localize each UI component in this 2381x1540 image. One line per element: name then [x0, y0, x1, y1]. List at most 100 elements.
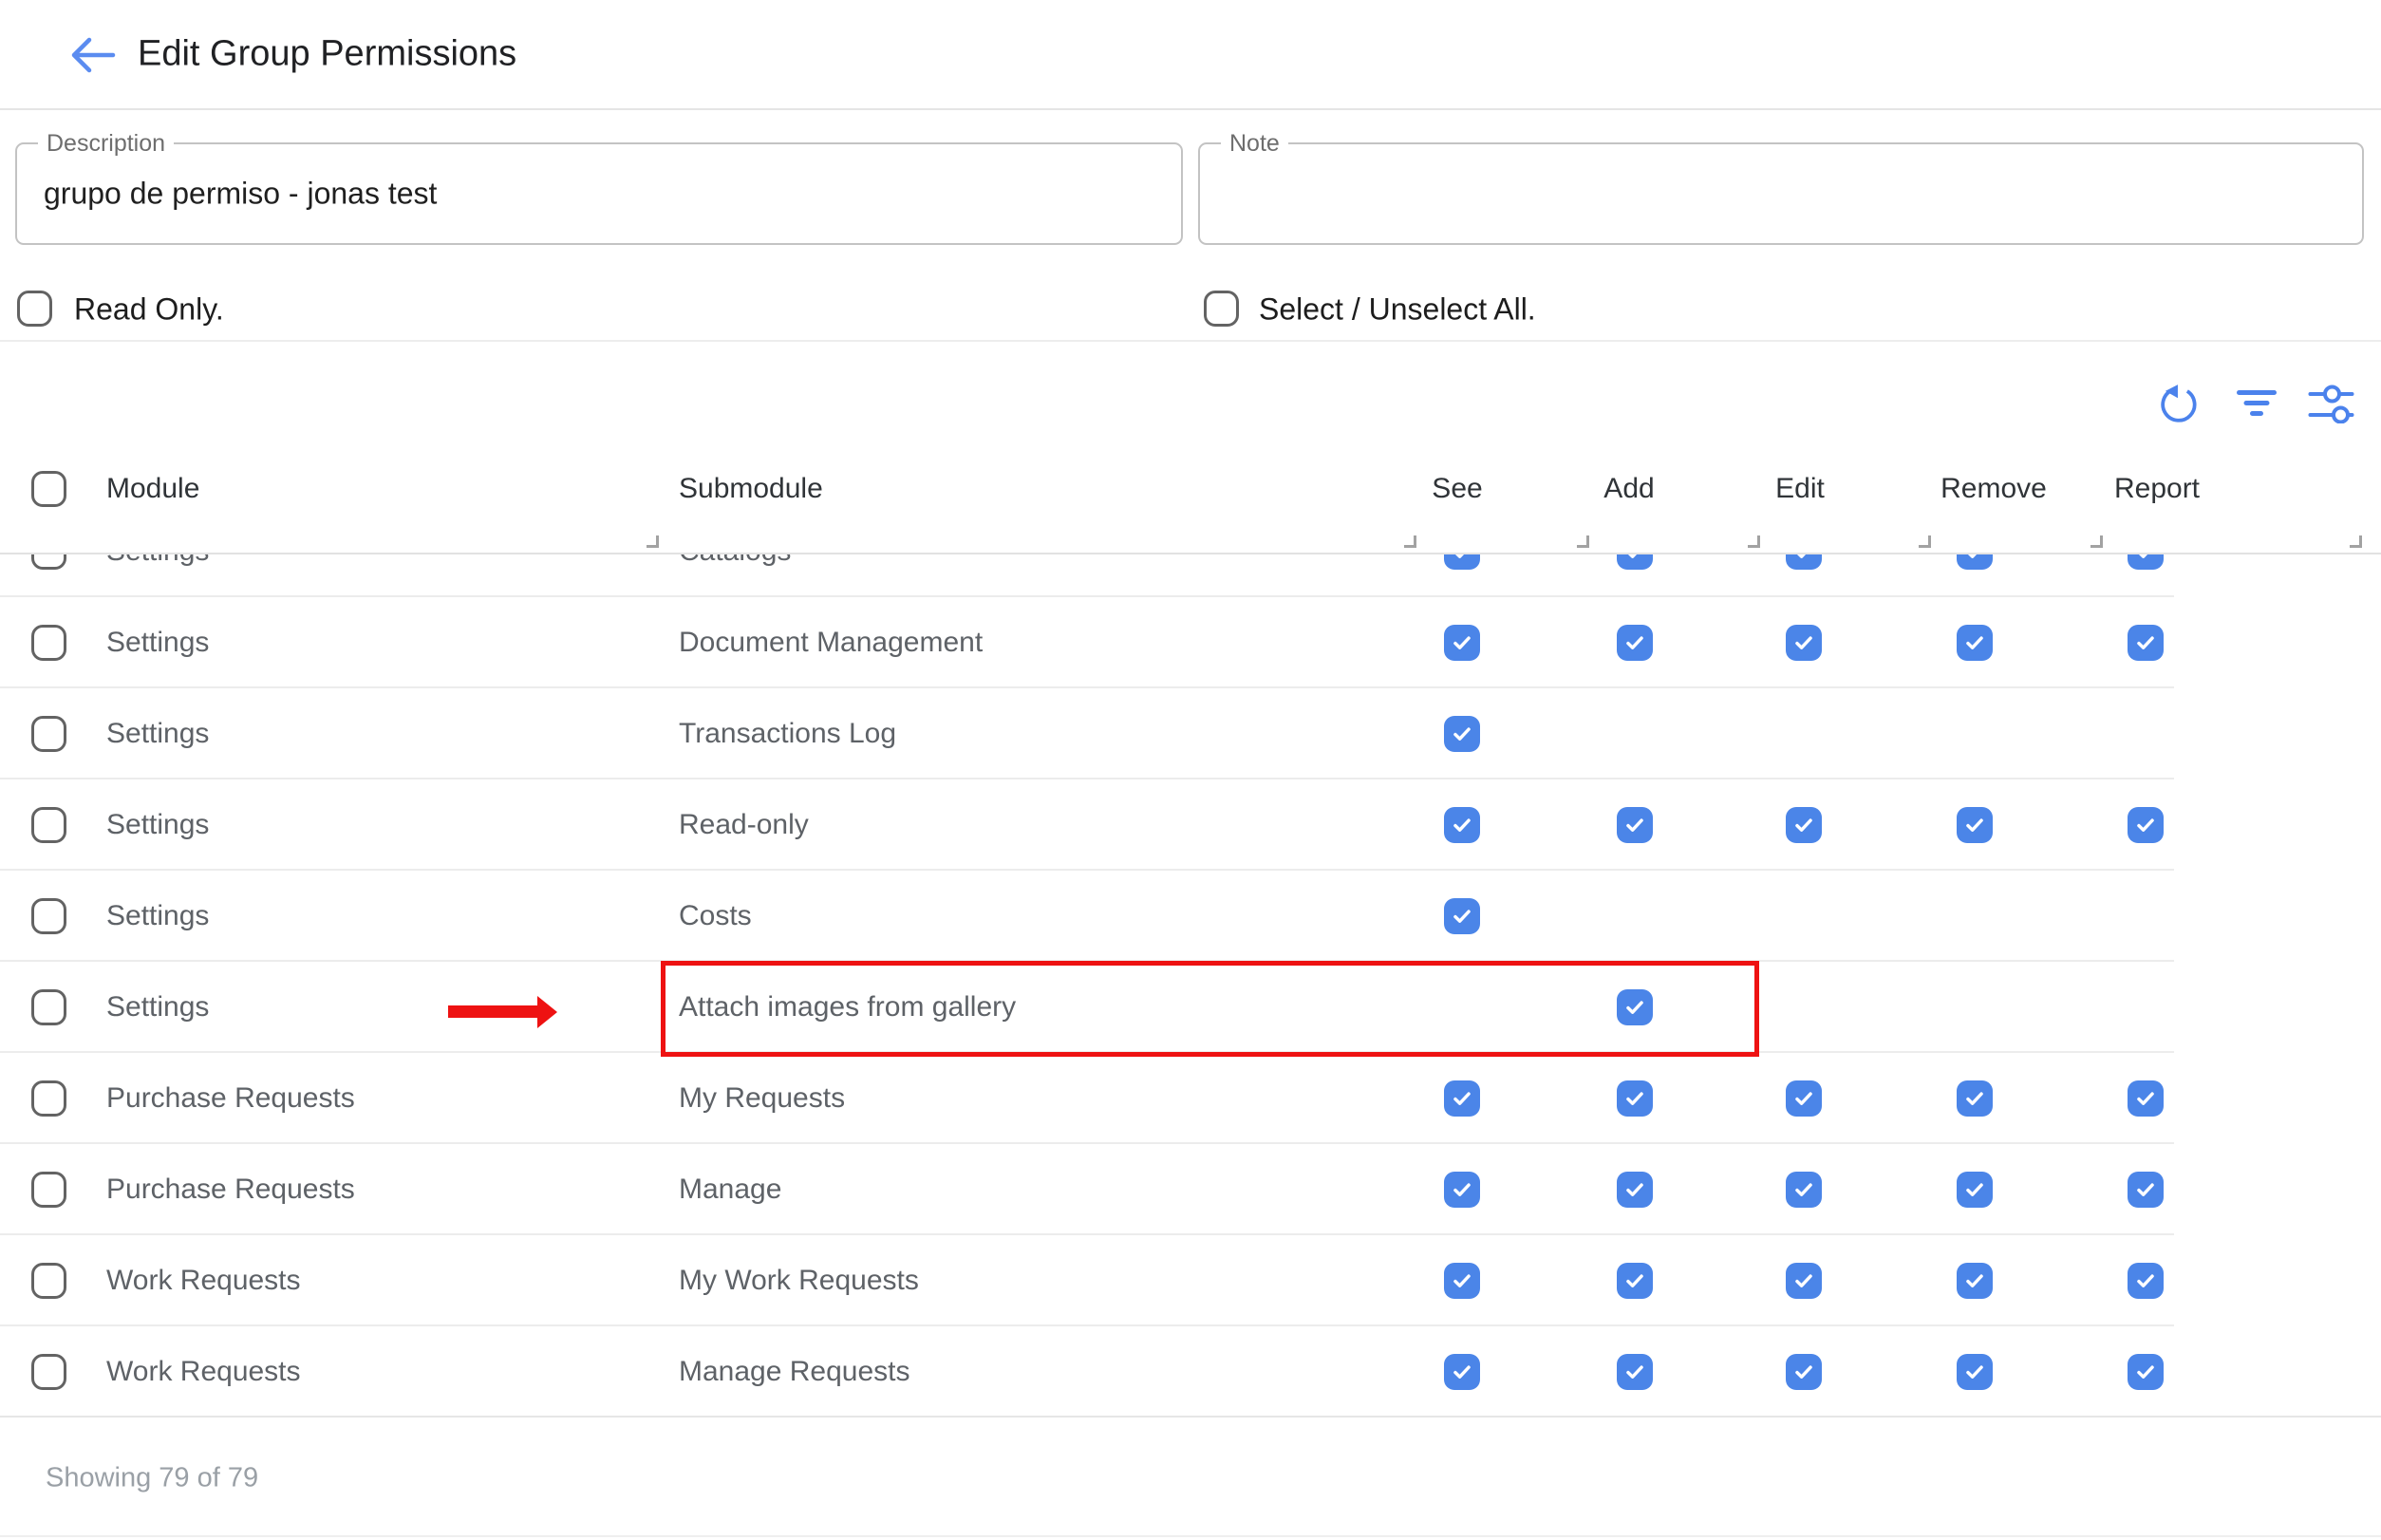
column-resize-handle[interactable] — [1919, 535, 1931, 548]
column-resize-handle[interactable] — [1404, 535, 1416, 548]
submodule-cell: Attach images from gallery — [679, 991, 1016, 1024]
column-resize-handle[interactable] — [647, 535, 659, 548]
permission-checkbox-add[interactable] — [1617, 554, 1653, 570]
permission-checkbox-edit[interactable] — [1786, 554, 1822, 570]
column-resize-handle[interactable] — [1748, 535, 1760, 548]
permission-checkbox-add[interactable] — [1617, 1080, 1653, 1117]
table-row: Purchase Requests Manage — [0, 1144, 2381, 1235]
submodule-cell: Manage — [679, 1174, 781, 1206]
submodule-cell: Transactions Log — [679, 718, 896, 750]
row-select-checkbox[interactable] — [31, 1080, 66, 1117]
permission-checkbox-remove[interactable] — [1957, 625, 1993, 661]
permission-checkbox-see[interactable] — [1444, 716, 1480, 752]
permission-checkbox-report[interactable] — [2128, 1172, 2164, 1208]
row-count-status: Showing 79 of 79 — [46, 1463, 258, 1494]
description-field: Description grupo de permiso - jonas tes… — [15, 142, 1183, 245]
read-only-label: Read Only. — [74, 292, 224, 328]
permission-checkbox-add[interactable] — [1617, 1172, 1653, 1208]
arrow-left-icon — [66, 34, 118, 76]
module-cell: Settings — [106, 718, 209, 750]
permission-checkbox-see[interactable] — [1444, 1172, 1480, 1208]
column-header-edit[interactable]: Edit — [1775, 473, 1825, 505]
refresh-button[interactable] — [2157, 382, 2201, 430]
permission-checkbox-add[interactable] — [1617, 1354, 1653, 1390]
table-row: Work Requests Manage Requests — [0, 1326, 2381, 1418]
filter-button[interactable] — [2235, 387, 2278, 420]
permission-checkbox-remove[interactable] — [1957, 554, 1993, 570]
permission-checkbox-report[interactable] — [2128, 807, 2164, 843]
permission-checkbox-add[interactable] — [1617, 1263, 1653, 1299]
select-all-rows-checkbox[interactable] — [31, 471, 66, 507]
table-row: SettingsAttach images from gallery — [0, 962, 2381, 1053]
permission-checkbox-remove[interactable] — [1957, 1172, 1993, 1208]
permission-checkbox-edit[interactable] — [1786, 1354, 1822, 1390]
table-row: SettingsCatalogs — [0, 554, 2381, 597]
table-row: Settings Transactions Log — [0, 688, 2381, 779]
module-cell: Settings — [106, 809, 209, 841]
column-header-submodule[interactable]: Submodule — [679, 473, 823, 505]
row-select-checkbox[interactable] — [31, 989, 66, 1025]
column-header-add[interactable]: Add — [1603, 473, 1654, 505]
header-divider — [0, 108, 2381, 110]
column-header-remove[interactable]: Remove — [1940, 473, 2047, 505]
column-settings-button[interactable] — [2308, 382, 2354, 428]
permission-checkbox-edit[interactable] — [1786, 1172, 1822, 1208]
permission-checkbox-see[interactable] — [1444, 1263, 1480, 1299]
submodule-cell: My Requests — [679, 1082, 845, 1115]
permission-checkbox-add[interactable] — [1617, 807, 1653, 843]
submodule-cell: Catalogs — [679, 554, 791, 568]
column-header-module[interactable]: Module — [106, 473, 199, 505]
column-header-report[interactable]: Report — [2114, 473, 2200, 505]
module-cell: Work Requests — [106, 1356, 301, 1388]
permission-checkbox-see[interactable] — [1444, 554, 1480, 570]
permission-checkbox-report[interactable] — [2128, 1263, 2164, 1299]
permission-checkbox-see[interactable] — [1444, 898, 1480, 934]
table-row: SettingsDocument Management — [0, 597, 2381, 688]
column-resize-handle[interactable] — [2350, 535, 2362, 548]
column-resize-handle[interactable] — [2090, 535, 2103, 548]
permission-checkbox-remove[interactable] — [1957, 1354, 1993, 1390]
permission-checkbox-see[interactable] — [1444, 807, 1480, 843]
row-select-checkbox[interactable] — [31, 1263, 66, 1299]
row-select-checkbox[interactable] — [31, 1172, 66, 1208]
row-select-checkbox[interactable] — [31, 1354, 66, 1390]
footer-divider — [0, 1416, 2381, 1418]
description-input[interactable]: grupo de permiso - jonas test — [44, 177, 1135, 212]
permission-checkbox-edit[interactable] — [1786, 1080, 1822, 1117]
filter-icon — [2237, 390, 2277, 395]
row-select-checkbox[interactable] — [31, 716, 66, 752]
permission-checkbox-see[interactable] — [1444, 1354, 1480, 1390]
module-cell: Purchase Requests — [106, 1174, 355, 1206]
permission-checkbox-remove[interactable] — [1957, 1263, 1993, 1299]
read-only-checkbox[interactable] — [17, 291, 52, 327]
permission-checkbox-see[interactable] — [1444, 625, 1480, 661]
permission-checkbox-report[interactable] — [2128, 1080, 2164, 1117]
permission-checkbox-report[interactable] — [2128, 1354, 2164, 1390]
permission-checkbox-report[interactable] — [2128, 625, 2164, 661]
description-label: Description — [38, 130, 174, 158]
module-cell: Settings — [106, 900, 209, 932]
row-select-checkbox[interactable] — [31, 554, 66, 570]
permission-checkbox-report[interactable] — [2128, 554, 2164, 570]
row-select-checkbox[interactable] — [31, 625, 66, 661]
row-select-checkbox[interactable] — [31, 807, 66, 843]
permission-checkbox-edit[interactable] — [1786, 807, 1822, 843]
column-header-see[interactable]: See — [1432, 473, 1482, 505]
permission-checkbox-remove[interactable] — [1957, 1080, 1993, 1117]
permission-checkbox-see[interactable] — [1444, 1080, 1480, 1117]
column-resize-handle[interactable] — [1577, 535, 1589, 548]
row-select-checkbox[interactable] — [31, 898, 66, 934]
submodule-cell: Manage Requests — [679, 1356, 910, 1388]
select-unselect-all-label: Select / Unselect All. — [1259, 292, 1536, 328]
permission-checkbox-add[interactable] — [1617, 989, 1653, 1025]
select-unselect-all-checkbox[interactable] — [1204, 291, 1239, 327]
permission-checkbox-add[interactable] — [1617, 625, 1653, 661]
permission-checkbox-edit[interactable] — [1786, 625, 1822, 661]
tune-icon — [2308, 382, 2354, 423]
permission-checkbox-remove[interactable] — [1957, 807, 1993, 843]
back-button[interactable] — [66, 34, 118, 76]
table-row: SettingsRead-only — [0, 779, 2381, 871]
permission-checkbox-edit[interactable] — [1786, 1263, 1822, 1299]
submodule-cell: Costs — [679, 900, 752, 932]
refresh-icon — [2157, 382, 2201, 425]
